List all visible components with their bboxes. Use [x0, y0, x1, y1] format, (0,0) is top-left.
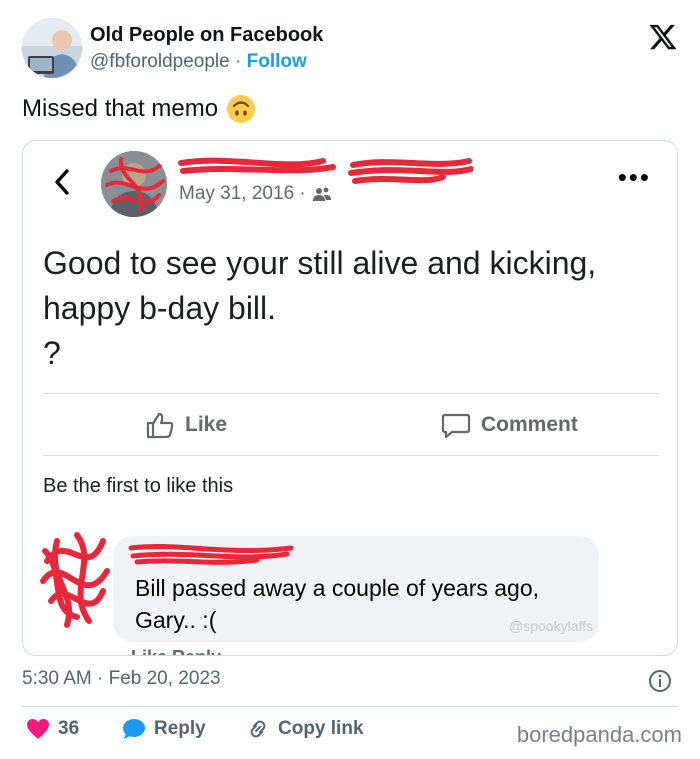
- reply-label: Reply: [154, 718, 206, 739]
- fb-post-date: May 31, 2016 ·: [179, 183, 332, 205]
- author-handle-line: @fbforoldpeople · Follow: [90, 51, 307, 73]
- fb-like-label: Like: [185, 413, 228, 436]
- fb-post-actions: Like Comment: [23, 397, 677, 453]
- fb-comment-line-2: Gary.. :(: [135, 607, 217, 633]
- redacted-commenter-name: [128, 543, 294, 565]
- fb-divider-bottom: [43, 455, 659, 456]
- copy-link-button[interactable]: Copy link: [246, 718, 364, 740]
- tweet-timestamp[interactable]: 5:30 AM · Feb 20, 2023: [22, 668, 221, 690]
- boredpanda-brand: boredpanda.com: [516, 722, 682, 747]
- x-logo-icon[interactable]: [648, 22, 678, 52]
- author-handle[interactable]: @fbforoldpeople: [90, 51, 230, 72]
- fb-comment-text: Bill passed away a couple of years ago, …: [135, 572, 539, 636]
- tiktok-watermark: @spookylaffs: [509, 618, 593, 634]
- fb-comment-actions: Like Reply: [131, 647, 221, 655]
- fb-comment-line-1: Bill passed away a couple of years ago,: [135, 575, 540, 601]
- redacted-commenter-avatar: [40, 532, 110, 628]
- author-avatar[interactable]: [22, 18, 82, 78]
- tweet-footer: 36 Reply Copy link boredpanda.com: [22, 718, 682, 748]
- footer-divider: [22, 706, 678, 707]
- more-options-icon: •••: [617, 162, 651, 192]
- reply-bubble-icon: [123, 719, 145, 739]
- author-name[interactable]: Old People on Facebook: [90, 24, 323, 47]
- reply-button[interactable]: Reply: [122, 718, 206, 740]
- heart-icon: [27, 719, 49, 739]
- fb-post-line-3: ?: [43, 335, 61, 371]
- fb-post-date-text: May 31, 2016 ·: [179, 183, 306, 204]
- like-count: 36: [58, 718, 80, 739]
- thumbs-up-icon: [146, 412, 174, 439]
- fb-comment-bubble: Bill passed away a couple of years ago, …: [113, 536, 599, 642]
- fb-like-action: Like: [145, 411, 227, 439]
- upside-down-face-icon: [227, 95, 256, 123]
- fb-post-body: Good to see your still alive and kicking…: [43, 241, 663, 376]
- like-button[interactable]: 36: [26, 718, 79, 740]
- follow-button[interactable]: Follow: [247, 51, 307, 72]
- info-icon[interactable]: [648, 669, 672, 693]
- back-arrow-icon: [55, 169, 69, 195]
- link-icon: [250, 720, 266, 738]
- fb-post-line-1: Good to see your still alive and kicking…: [43, 245, 597, 281]
- tweet-text: Missed that memo: [22, 94, 256, 124]
- tweet-header: Old People on Facebook @fbforoldpeople ·…: [22, 18, 682, 78]
- fb-divider-top: [43, 393, 659, 394]
- fb-post-line-2: happy b-day bill.: [43, 290, 277, 326]
- embedded-screenshot[interactable]: May 31, 2016 · ••• Good to see your stil…: [22, 140, 678, 656]
- tweet-text-content: Missed that memo: [22, 95, 219, 122]
- fb-comment-action: Comment: [441, 411, 578, 439]
- friends-audience-icon: [312, 187, 331, 201]
- fb-likes-note: Be the first to like this: [43, 475, 234, 497]
- comment-bubble-icon: [441, 413, 471, 439]
- fb-poster-avatar: [101, 151, 167, 217]
- copy-link-label: Copy link: [278, 718, 364, 739]
- fb-comment-label: Comment: [481, 413, 578, 436]
- handle-separator: ·: [235, 51, 242, 72]
